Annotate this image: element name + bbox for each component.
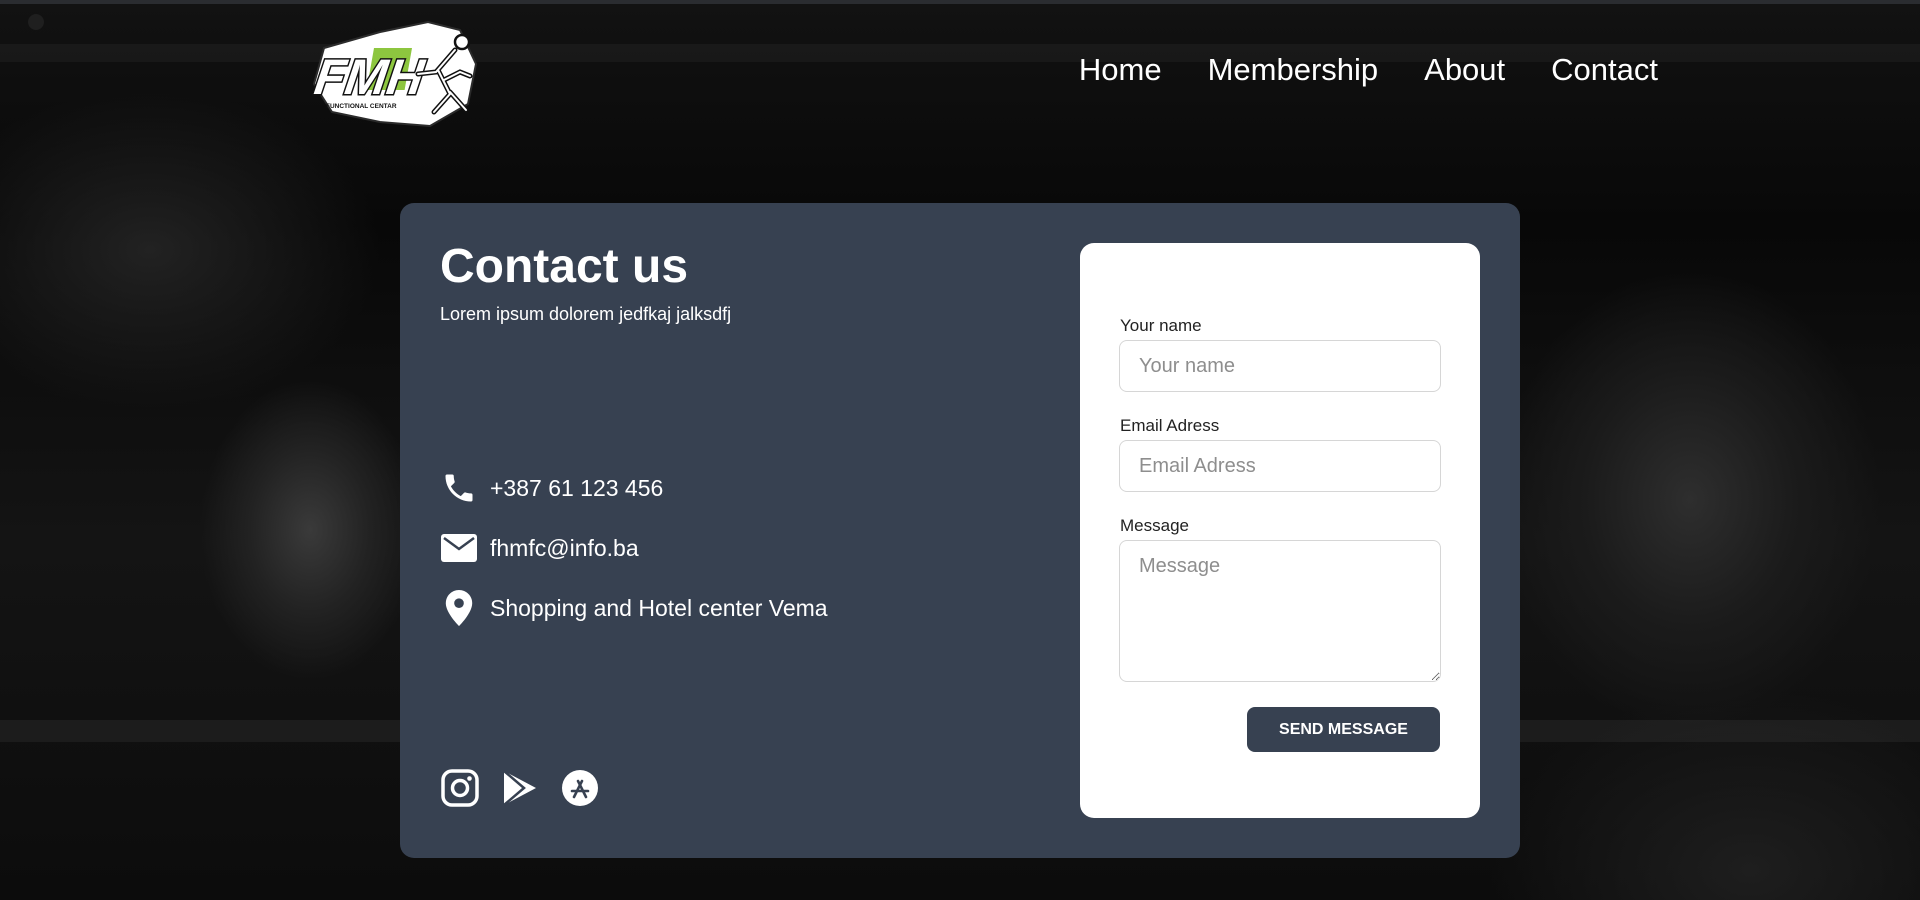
mail-icon	[440, 529, 478, 567]
nav-contact[interactable]: Contact	[1551, 52, 1658, 88]
nav-about[interactable]: About	[1424, 52, 1505, 88]
message-label: Message	[1120, 516, 1189, 535]
contact-title: Contact us	[440, 240, 689, 293]
phone-icon	[440, 469, 478, 507]
phone-row: +387 61 123 456	[440, 469, 663, 507]
message-textarea[interactable]	[1119, 540, 1441, 682]
address-row: Shopping and Hotel center Vema	[440, 589, 828, 627]
email-input[interactable]	[1119, 440, 1441, 492]
email-text: fhmfc@info.ba	[490, 534, 639, 561]
main-nav: Home Membership About Contact	[1079, 52, 1658, 88]
app-store-icon[interactable]	[560, 768, 600, 808]
contact-form: Your name Email Adress Message SEND MESS…	[1080, 243, 1480, 818]
svg-text:FUNCTIONAL CENTAR: FUNCTIONAL CENTAR	[326, 103, 397, 110]
instagram-icon[interactable]	[440, 768, 480, 808]
name-input[interactable]	[1119, 340, 1441, 392]
email-label: Email Adress	[1120, 416, 1220, 435]
location-pin-icon	[440, 589, 478, 627]
site-header: FMH FUNCTIONAL CENTAR Home Membership Ab…	[0, 0, 1920, 140]
address-text: Shopping and Hotel center Vema	[490, 594, 828, 621]
nav-membership[interactable]: Membership	[1208, 52, 1379, 88]
send-message-button[interactable]: SEND MESSAGE	[1247, 707, 1440, 752]
social-links	[440, 768, 600, 808]
phone-text: +387 61 123 456	[490, 474, 664, 501]
contact-subtitle: Lorem ipsum dolorem jedfkaj jalksdfj	[440, 304, 732, 324]
logo[interactable]: FMH FUNCTIONAL CENTAR	[310, 14, 480, 128]
nav-home[interactable]: Home	[1079, 52, 1162, 88]
contact-card: Contact us Lorem ipsum dolorem jedfkaj j…	[400, 203, 1520, 858]
svg-text:FMH: FMH	[311, 49, 429, 105]
name-label: Your name	[1120, 316, 1202, 335]
email-row: fhmfc@info.ba	[440, 529, 639, 567]
google-play-icon[interactable]	[500, 768, 540, 808]
